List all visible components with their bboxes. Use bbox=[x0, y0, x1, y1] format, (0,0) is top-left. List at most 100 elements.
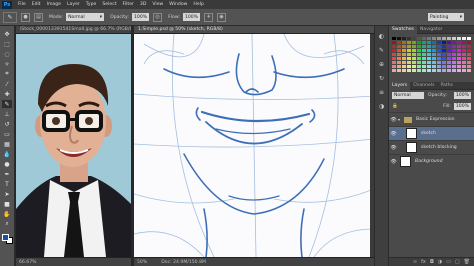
lasso-tool-icon[interactable]: ◌ bbox=[2, 50, 12, 58]
swatches-grid[interactable] bbox=[392, 37, 471, 74]
color-swatch[interactable] bbox=[407, 37, 411, 40]
hand-tool-icon[interactable]: ✋ bbox=[2, 210, 12, 218]
color-swatch[interactable] bbox=[432, 69, 436, 72]
color-swatch[interactable] bbox=[452, 61, 456, 64]
color-swatch[interactable] bbox=[402, 53, 406, 56]
color-swatch[interactable] bbox=[417, 69, 421, 72]
eye-icon[interactable]: 👁 bbox=[389, 117, 398, 123]
dodge-tool-icon[interactable]: ● bbox=[2, 160, 12, 168]
color-swatch[interactable] bbox=[467, 53, 471, 56]
color-swatch[interactable] bbox=[442, 61, 446, 64]
color-swatch[interactable] bbox=[462, 45, 466, 48]
eye-icon[interactable]: 👁 bbox=[389, 159, 398, 165]
color-swatch[interactable] bbox=[427, 53, 431, 56]
color-swatch[interactable] bbox=[452, 49, 456, 52]
fill-field[interactable]: 100% bbox=[453, 103, 471, 110]
color-swatch[interactable] bbox=[412, 69, 416, 72]
workspace-select[interactable]: Painting ▾ bbox=[428, 13, 464, 21]
color-swatch[interactable] bbox=[397, 57, 401, 60]
fx-icon[interactable]: fx bbox=[421, 259, 426, 265]
color-swatch[interactable] bbox=[392, 45, 396, 48]
color-swatch[interactable] bbox=[467, 61, 471, 64]
marquee-tool-icon[interactable]: ⬚ bbox=[2, 40, 12, 48]
color-swatch[interactable] bbox=[417, 61, 421, 64]
color-swatch[interactable] bbox=[442, 45, 446, 48]
color-swatch[interactable] bbox=[452, 45, 456, 48]
color-swatch[interactable] bbox=[397, 45, 401, 48]
color-swatch[interactable] bbox=[467, 65, 471, 68]
color-swatch[interactable] bbox=[397, 49, 401, 52]
color-swatch[interactable] bbox=[447, 53, 451, 56]
color-swatch[interactable] bbox=[397, 65, 401, 68]
link-icon[interactable]: ∞ bbox=[413, 259, 417, 265]
menu-view[interactable]: View bbox=[152, 2, 163, 7]
color-swatch[interactable] bbox=[392, 49, 396, 52]
color-swatch[interactable] bbox=[392, 69, 396, 72]
color-swatch[interactable] bbox=[457, 61, 461, 64]
menu-edit[interactable]: Edit bbox=[32, 2, 41, 7]
menu-file[interactable]: File bbox=[18, 2, 26, 7]
color-swatch[interactable] bbox=[437, 41, 441, 44]
color-swatch[interactable] bbox=[417, 41, 421, 44]
menu-type[interactable]: Type bbox=[86, 2, 97, 7]
color-swatch[interactable] bbox=[437, 65, 441, 68]
zoom-tool-icon[interactable]: ⌕ bbox=[2, 220, 12, 228]
color-swatch[interactable] bbox=[407, 61, 411, 64]
color-swatch[interactable] bbox=[442, 49, 446, 52]
color-swatch[interactable] bbox=[437, 69, 441, 72]
layer-row-background[interactable]: 👁 Background bbox=[389, 154, 474, 168]
shape-tool-icon[interactable]: ■ bbox=[2, 200, 12, 208]
color-swatch[interactable] bbox=[442, 41, 446, 44]
brush-panel-icon[interactable]: ✎ bbox=[377, 46, 386, 55]
pressure-size-icon[interactable]: ◉ bbox=[217, 12, 227, 22]
color-swatch[interactable] bbox=[417, 37, 421, 40]
color-swatch[interactable] bbox=[427, 41, 431, 44]
color-swatch[interactable] bbox=[407, 45, 411, 48]
color-swatch[interactable] bbox=[402, 65, 406, 68]
color-swatch[interactable] bbox=[412, 61, 416, 64]
color-swatch[interactable] bbox=[402, 45, 406, 48]
color-swatch[interactable] bbox=[452, 69, 456, 72]
color-swatch[interactable] bbox=[402, 69, 406, 72]
chevron-down-icon[interactable]: ▾ bbox=[398, 117, 400, 122]
color-swatch[interactable] bbox=[427, 57, 431, 60]
color-swatch[interactable] bbox=[462, 69, 466, 72]
color-swatch[interactable] bbox=[457, 41, 461, 44]
healing-tool-icon[interactable]: ✚ bbox=[2, 90, 12, 98]
menu-image[interactable]: Image bbox=[47, 2, 61, 7]
color-swatch[interactable] bbox=[397, 37, 401, 40]
color-swatch[interactable] bbox=[437, 45, 441, 48]
color-swatch[interactable] bbox=[462, 37, 466, 40]
reference-document-tab[interactable]: iStock_000013391541Small.jpg @ 66.7% (RG… bbox=[16, 26, 131, 34]
color-swatch[interactable] bbox=[447, 61, 451, 64]
color-swatch[interactable] bbox=[397, 69, 401, 72]
color-swatch[interactable] bbox=[407, 53, 411, 56]
color-swatch[interactable] bbox=[397, 61, 401, 64]
color-swatch[interactable] bbox=[457, 45, 461, 48]
color-swatch[interactable] bbox=[447, 65, 451, 68]
tab-navigator[interactable]: Navigator bbox=[417, 27, 445, 32]
color-swatch[interactable] bbox=[467, 45, 471, 48]
color-swatch[interactable] bbox=[427, 65, 431, 68]
color-swatch[interactable] bbox=[412, 49, 416, 52]
color-swatch[interactable] bbox=[422, 57, 426, 60]
gradient-tool-icon[interactable]: ▦ bbox=[2, 140, 12, 148]
color-swatch[interactable] bbox=[437, 61, 441, 64]
color-swatch[interactable] bbox=[422, 53, 426, 56]
color-swatch[interactable] bbox=[462, 61, 466, 64]
color-swatch[interactable] bbox=[392, 65, 396, 68]
menu-filter[interactable]: Filter bbox=[123, 2, 134, 7]
color-swatch[interactable] bbox=[417, 57, 421, 60]
path-select-tool-icon[interactable]: ➤ bbox=[2, 190, 12, 198]
pen-tool-icon[interactable]: ✒ bbox=[2, 170, 12, 178]
color-swatch[interactable] bbox=[432, 41, 436, 44]
lock-icon[interactable]: 🔒 bbox=[392, 104, 398, 109]
eye-icon[interactable]: 👁 bbox=[389, 145, 398, 151]
eraser-tool-icon[interactable]: ▭ bbox=[2, 130, 12, 138]
menu-select[interactable]: Select bbox=[102, 2, 116, 7]
color-swatch[interactable] bbox=[447, 57, 451, 60]
folder-icon[interactable]: ▭ bbox=[446, 259, 451, 265]
color-swatch[interactable] bbox=[457, 57, 461, 60]
foreground-color-swatch[interactable] bbox=[2, 234, 9, 241]
color-swatch[interactable] bbox=[432, 45, 436, 48]
